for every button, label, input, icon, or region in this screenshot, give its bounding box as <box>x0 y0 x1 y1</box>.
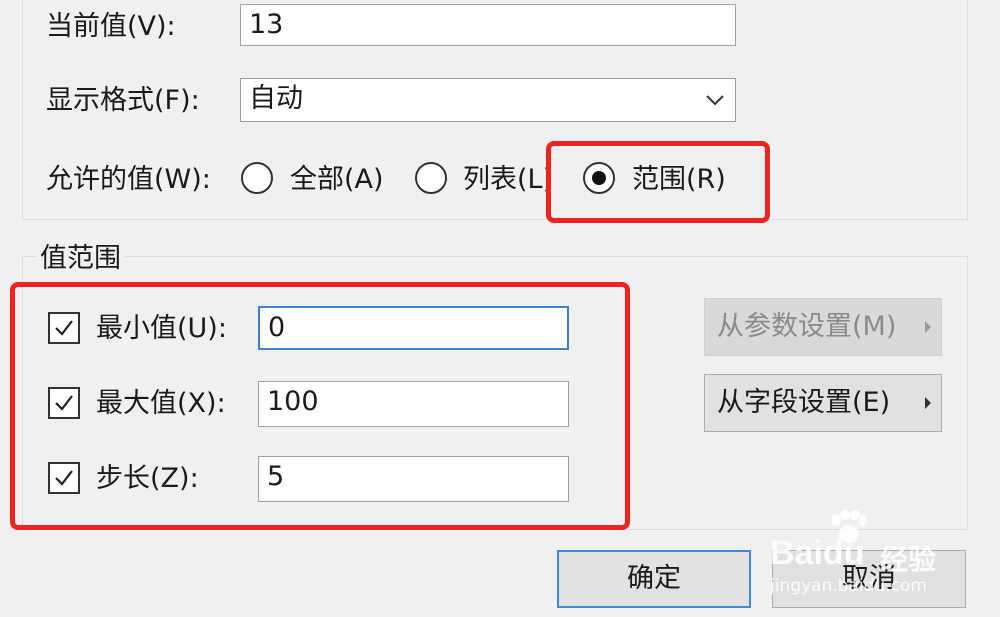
watermark-brand: Bai <box>770 534 823 572</box>
allowed-values-label: 允许的值(W): <box>46 164 211 195</box>
display-format-label: 显示格式(F): <box>46 85 200 116</box>
value-range-group-title: 值范围 <box>36 242 125 276</box>
from-param-button-label: 从参数设置(M) <box>717 311 897 342</box>
radio-all-label[interactable]: 全部(A) <box>290 163 384 197</box>
current-value-label: 当前值(V): <box>46 11 176 42</box>
current-value-input[interactable]: 13 <box>240 4 736 46</box>
from-param-button[interactable]: 从参数设置(M) <box>704 298 942 356</box>
baidu-watermark: Baidu 经验 jingyan.baidu.com <box>770 510 970 600</box>
submenu-arrow-icon <box>925 397 931 409</box>
watermark-product: 经验 <box>880 543 937 576</box>
radio-all[interactable] <box>241 162 273 194</box>
radio-list[interactable] <box>415 162 447 194</box>
from-field-button-label: 从字段设置(E) <box>717 387 891 418</box>
annotation-box-value-range <box>10 282 630 530</box>
radio-list-label[interactable]: 列表(L) <box>463 163 550 197</box>
watermark-brand-suffix: du <box>822 534 865 572</box>
annotation-box-range-radio <box>546 141 770 223</box>
submenu-arrow-icon <box>925 321 931 333</box>
from-field-button[interactable]: 从字段设置(E) <box>704 374 942 432</box>
watermark-url: jingyan.baidu.com <box>770 576 927 596</box>
display-format-select[interactable]: 自动 <box>240 78 736 122</box>
display-format-value: 自动 <box>249 83 303 114</box>
chevron-down-icon <box>706 95 724 106</box>
ok-button[interactable]: 确定 <box>557 550 751 608</box>
